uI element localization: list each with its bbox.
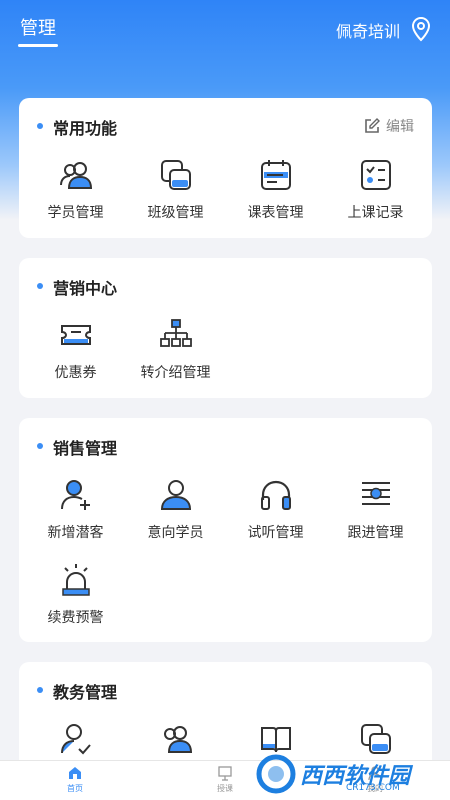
- referral-icon: [159, 319, 192, 347]
- top-bar: 管理 佩奇培训: [0, 0, 450, 60]
- item-label: 优惠券: [54, 365, 97, 381]
- edit-icon: [365, 118, 380, 133]
- item-referral[interactable]: 转介绍管理: [124, 318, 227, 382]
- item-students[interactable]: 学员管理: [24, 158, 127, 222]
- coupon-icon: [60, 325, 91, 345]
- nav-label: 授课: [217, 784, 233, 793]
- item-label: 学员管理: [47, 205, 104, 221]
- item-academic-4[interactable]: [324, 722, 427, 756]
- section-title: 营销中心: [53, 279, 118, 298]
- organization-name[interactable]: 佩奇培训: [336, 18, 400, 42]
- edit-button[interactable]: 编辑: [364, 116, 414, 136]
- item-label: 续费预警: [47, 610, 104, 626]
- card-common-functions: 常用功能 编辑 学员管理 班级管理 课表管理 上课记录: [19, 98, 432, 238]
- card-marketing-center: 营销中心 优惠券 转介绍管理: [19, 258, 432, 398]
- item-label: 跟进管理: [347, 525, 404, 541]
- item-label: 转介绍管理: [140, 365, 211, 381]
- item-prospect[interactable]: 意向学员: [124, 478, 227, 542]
- item-label: 班级管理: [147, 205, 204, 221]
- item-label: 意向学员: [147, 525, 204, 541]
- nav-teach[interactable]: 授课: [195, 765, 255, 794]
- watermark-logo: [256, 754, 296, 794]
- tab-manage[interactable]: 管理: [20, 14, 56, 40]
- section-dot: [37, 123, 43, 129]
- item-label: 新增潜客: [47, 525, 104, 541]
- class-icon: [160, 160, 191, 190]
- section-dot: [37, 687, 43, 693]
- item-classes[interactable]: 班级管理: [124, 158, 227, 222]
- headphones-icon: [260, 480, 291, 510]
- section-title: 销售管理: [53, 439, 118, 458]
- edit-label: 编辑: [386, 119, 414, 135]
- records-icon: [360, 160, 391, 190]
- item-coupon[interactable]: 优惠券: [24, 318, 127, 382]
- item-records[interactable]: 上课记录: [324, 158, 427, 222]
- add-lead-icon: [60, 480, 90, 510]
- alarm-icon: [61, 564, 90, 596]
- teach-icon: [218, 766, 232, 781]
- watermark: 西西软件园 CR173.COM: [254, 752, 444, 796]
- prospect-icon: [160, 480, 191, 510]
- item-add-lead[interactable]: 新增潜客: [24, 478, 127, 542]
- class-icon: [360, 724, 391, 754]
- book-icon: [260, 727, 291, 753]
- nav-label: 首页: [67, 784, 83, 793]
- section-dot: [37, 443, 43, 449]
- item-label: 试听管理: [247, 525, 304, 541]
- item-trial[interactable]: 试听管理: [224, 478, 327, 542]
- section-title: 教务管理: [53, 683, 118, 702]
- item-academic-2[interactable]: [124, 722, 227, 756]
- tab-underline: [18, 44, 58, 47]
- nav-home[interactable]: 首页: [45, 765, 105, 794]
- item-label: 课表管理: [247, 205, 304, 221]
- section-dot: [37, 283, 43, 289]
- schedule-icon: [260, 160, 291, 190]
- home-icon: [69, 767, 81, 779]
- students-icon: [59, 162, 92, 189]
- item-label: 上课记录: [347, 205, 404, 221]
- item-renewal-alert[interactable]: 续费预警: [24, 563, 127, 627]
- group-icon: [163, 726, 192, 753]
- followup-icon: [361, 482, 390, 505]
- item-schedule[interactable]: 课表管理: [224, 158, 327, 222]
- watermark-sub: CR173.COM: [346, 783, 400, 793]
- item-academic-1[interactable]: [24, 722, 127, 756]
- section-title: 常用功能: [53, 119, 118, 138]
- location-pin-icon[interactable]: [410, 16, 432, 42]
- teacher-check-icon: [60, 724, 91, 755]
- item-followup[interactable]: 跟进管理: [324, 478, 427, 542]
- item-academic-3[interactable]: [224, 722, 327, 756]
- card-sales-management: 销售管理 新增潜客 意向学员 试听管理 跟进管理 续费预警: [19, 418, 432, 642]
